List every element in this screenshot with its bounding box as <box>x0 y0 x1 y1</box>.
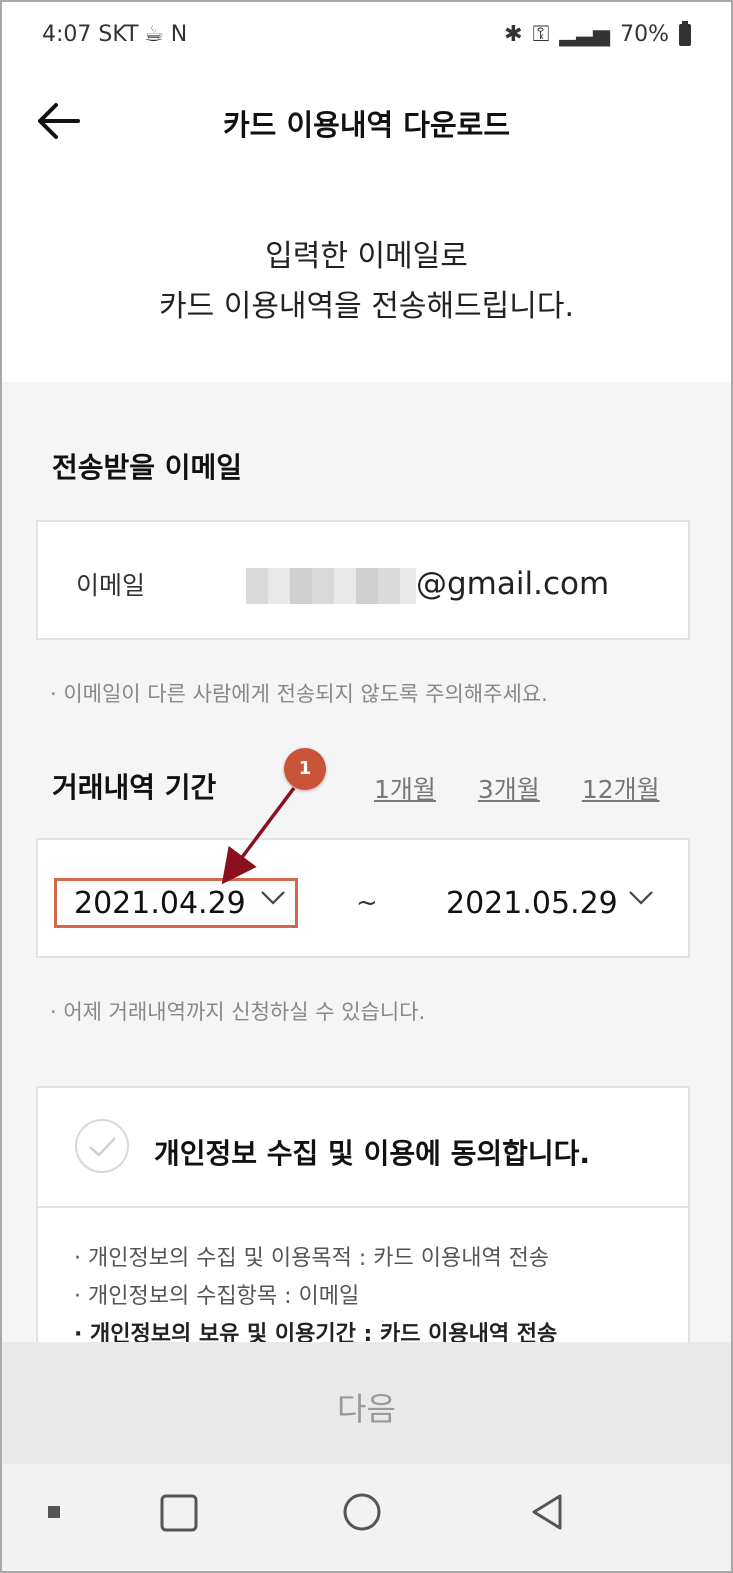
date-range-box: 2021.04.29 ~ 2021.05.29 <box>36 838 690 958</box>
circle-home-icon[interactable] <box>342 1492 382 1532</box>
status-time: 4:07 SKT <box>42 22 139 47</box>
app-frame: 4:07 SKT ☕ N ✱ ⚿ ▂▃▅ 70% 카드 이용내역 다운로드 입력… <box>0 0 733 1573</box>
agreement-details: · 개인정보의 수집 및 이용목적 : 카드 이용내역 전송 · 개인정보의 수… <box>74 1240 557 1354</box>
bluetooth-icon: ✱ <box>504 22 523 47</box>
app-header: 카드 이용내역 다운로드 <box>2 66 731 176</box>
period-12-months-link[interactable]: 12개월 <box>582 770 660 806</box>
end-date-select[interactable]: 2021.05.29 <box>446 886 618 921</box>
status-right: ✱ ⚿ ▂▃▅ 70% <box>504 20 691 47</box>
period-3-months-link[interactable]: 3개월 <box>478 770 540 806</box>
annotation-marker: 1 <box>284 748 326 790</box>
chevron-down-icon[interactable] <box>628 888 654 908</box>
period-shortcuts: 1개월 3개월 12개월 <box>374 770 660 806</box>
status-bar: 4:07 SKT ☕ N ✱ ⚿ ▂▃▅ 70% <box>2 2 731 66</box>
period-1-month-link[interactable]: 1개월 <box>374 770 436 806</box>
page-title: 카드 이용내역 다운로드 <box>223 108 510 142</box>
agree-checkbox[interactable] <box>74 1118 130 1174</box>
divider <box>38 1206 688 1208</box>
period-section-title: 거래내역 기간 <box>52 771 217 804</box>
annotation-highlight-box <box>54 878 298 928</box>
email-domain: @gmail.com <box>416 566 610 602</box>
email-field-label: 이메일 <box>76 571 146 600</box>
status-notification-icons: ☕ N <box>144 22 188 47</box>
email-note: · 이메일이 다른 사람에게 전송되지 않도록 주의해주세요. <box>50 682 548 706</box>
form-body: 전송받을 이메일 이메일 @gmail.com · 이메일이 다른 사람에게 전… <box>2 382 731 1396</box>
next-button-label: 다음 <box>337 1390 396 1428</box>
home-icon[interactable] <box>160 1494 198 1532</box>
email-username-blurred <box>246 568 416 604</box>
battery-percent: 70% <box>620 22 669 47</box>
next-button[interactable]: 다음 <box>2 1342 731 1464</box>
agreement-title[interactable]: 개인정보 수집 및 이용에 동의합니다. <box>154 1132 590 1172</box>
battery-icon <box>679 20 691 46</box>
system-nav-bar <box>2 1464 731 1571</box>
signal-icon: ▂▃▅ <box>559 22 611 47</box>
recent-apps-icon[interactable] <box>46 1504 62 1520</box>
period-note: · 어제 거래내역까지 신청하실 수 있습니다. <box>50 1000 426 1024</box>
email-section-title: 전송받을 이메일 <box>52 451 243 484</box>
intro-line-2: 카드 이용내역을 전송해드립니다. <box>158 289 574 324</box>
back-icon[interactable] <box>528 1492 566 1532</box>
agreement-item: · 개인정보의 수집항목 : 이메일 <box>74 1284 360 1309</box>
key-icon: ⚿ <box>532 22 550 47</box>
intro-line-1: 입력한 이메일로 <box>265 239 468 274</box>
date-separator: ~ <box>356 888 378 918</box>
intro-text: 입력한 이메일로 카드 이용내역을 전송해드립니다. <box>2 176 731 382</box>
agreement-item: · 개인정보의 수집 및 이용목적 : 카드 이용내역 전송 <box>74 1246 550 1271</box>
email-field[interactable]: 이메일 @gmail.com <box>36 520 690 640</box>
